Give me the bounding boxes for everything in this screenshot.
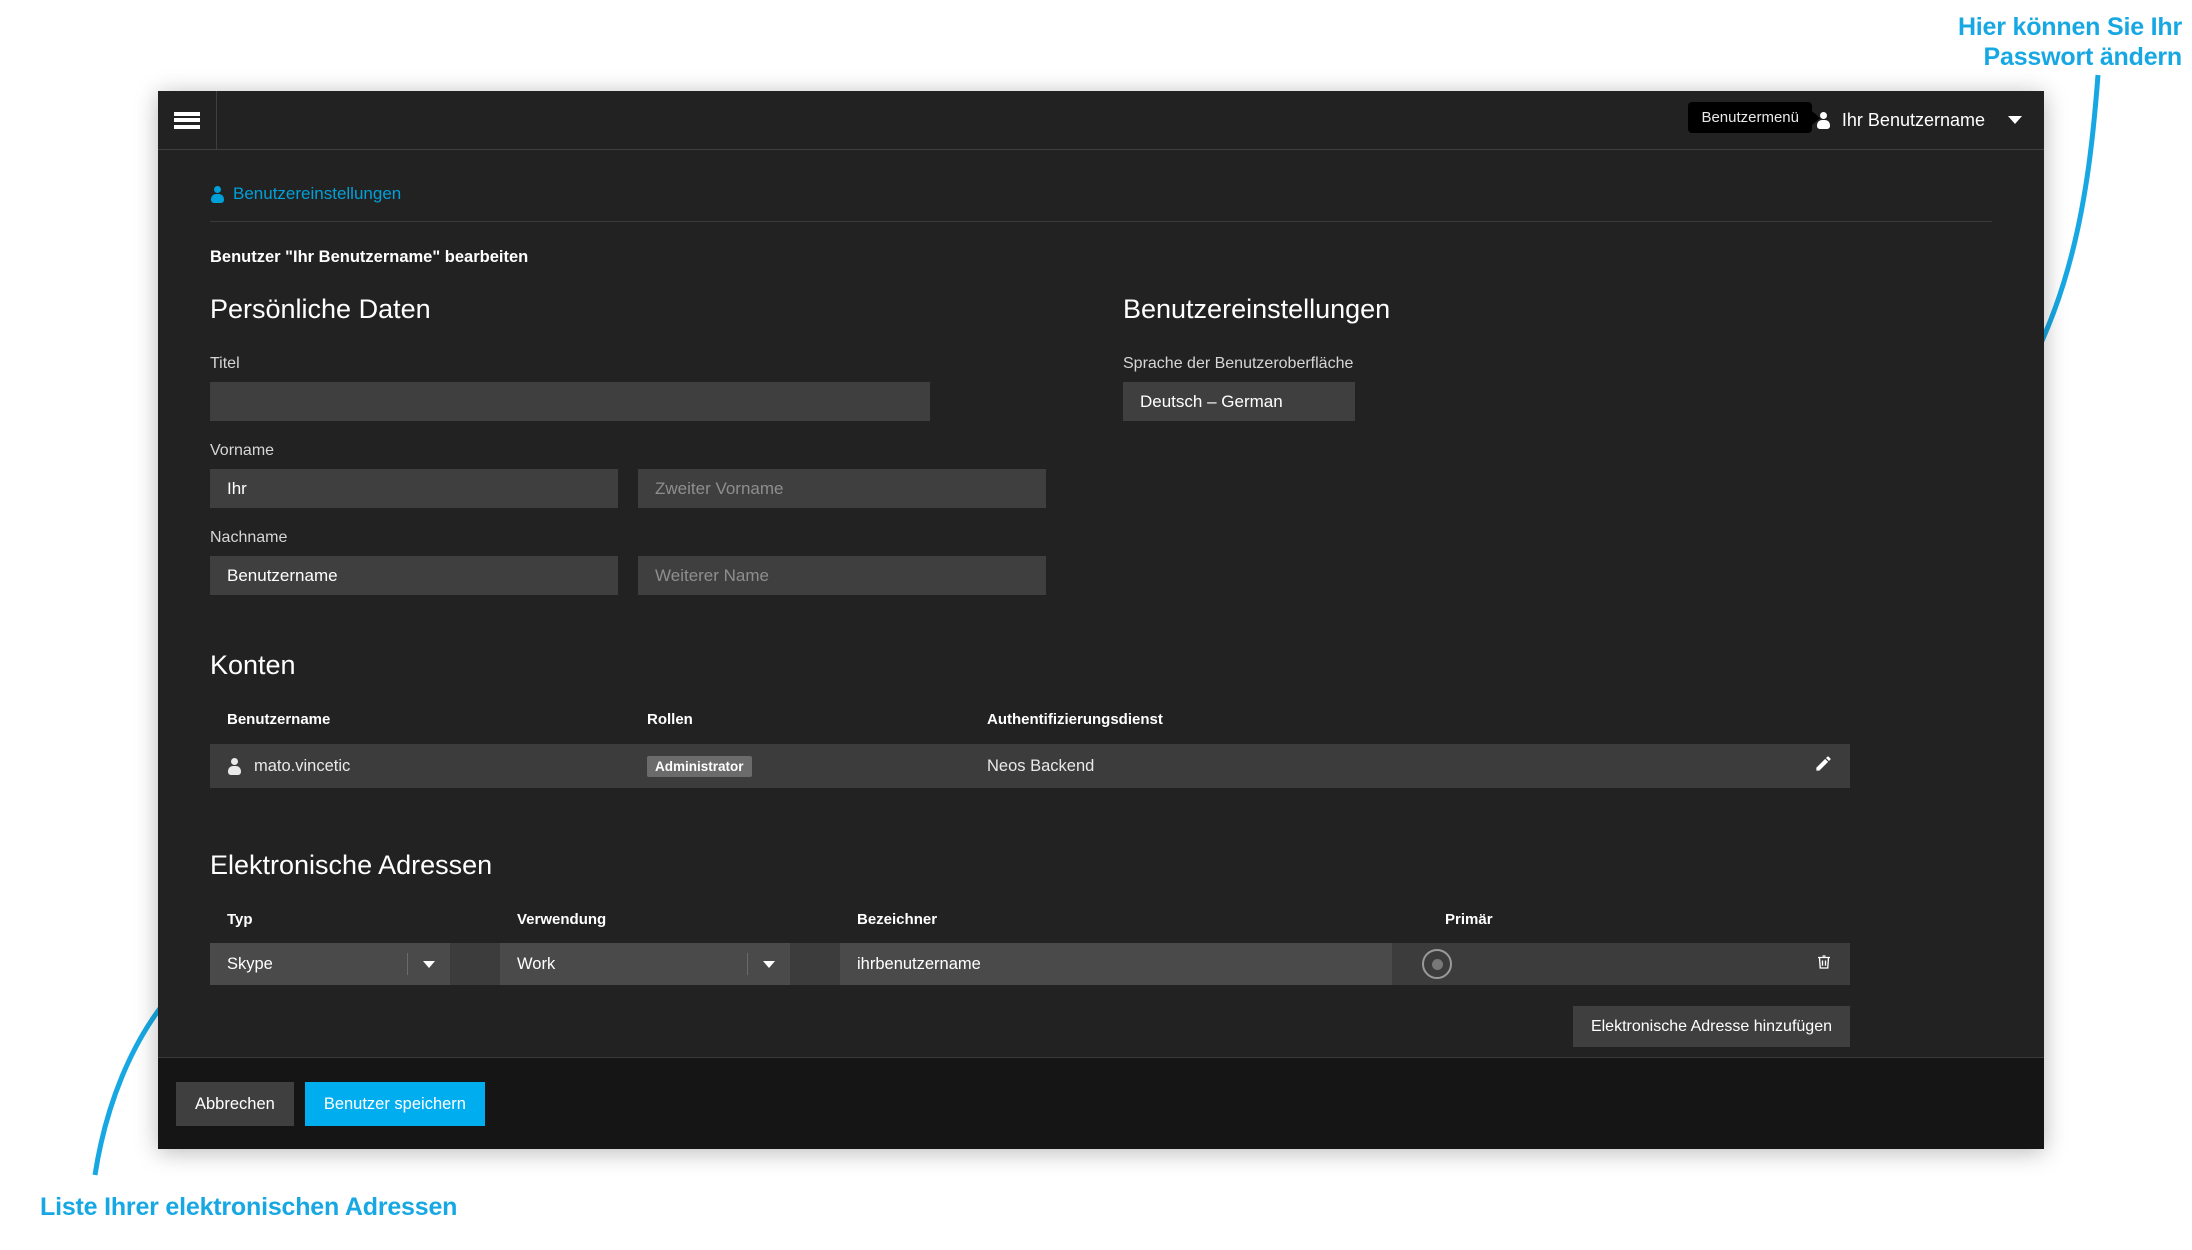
type-select[interactable]: Skype — [210, 943, 450, 985]
section-title-accounts: Konten — [210, 650, 296, 680]
firstname-input[interactable] — [210, 469, 618, 508]
field-group-firstname: Vorname — [210, 442, 1090, 508]
usage-select[interactable]: Work — [500, 943, 790, 985]
col-header-primary: Primär — [1445, 911, 1493, 928]
identifier-input[interactable] — [840, 943, 1392, 985]
breadcrumb: Benutzereinstellungen — [210, 184, 1992, 222]
hamburger-icon[interactable] — [158, 91, 217, 149]
col-header-identifier: Bezeichner — [857, 911, 938, 928]
primary-radio[interactable] — [1422, 949, 1452, 979]
status-badge: Administrator — [647, 755, 752, 777]
cell-identifier — [840, 943, 1400, 985]
col-header-username: Benutzername — [227, 711, 331, 728]
annotation-change-password-line1: Hier können Sie Ihr — [1957, 13, 2182, 41]
section-title-settings: Benutzereinstellungen — [1123, 294, 1391, 324]
cell-usage: Work — [500, 943, 840, 985]
othername-input[interactable] — [638, 556, 1046, 595]
user-menu-tooltip: Benutzermenü — [1688, 102, 1820, 133]
eaddresses-actions: Elektronische Adresse hinzufügen — [210, 1006, 1850, 1047]
cell-primary — [1400, 943, 1710, 985]
cancel-button[interactable]: Abbrechen — [176, 1081, 294, 1126]
col-header-roles: Rollen — [647, 711, 693, 728]
label-nachname: Nachname — [210, 529, 288, 546]
account-username: mato.vincetic — [254, 756, 351, 775]
page-title: Benutzer "Ihr Benutzername" bearbeiten — [210, 248, 529, 266]
eaddresses-table-header: Typ Verwendung Bezeichner Primär — [210, 911, 1850, 943]
lastname-input[interactable] — [210, 556, 618, 595]
table-row: mato.vincetic Administrator Neos Backend — [210, 744, 1850, 788]
accounts-table-header: Benutzername Rollen Authentifizierungsdi… — [210, 711, 1850, 744]
user-settings-column: Benutzereinstellungen Sprache der Benutz… — [1090, 267, 1992, 616]
primary-radio-dot — [1431, 958, 1443, 970]
col-header-type: Typ — [227, 911, 253, 928]
person-icon — [210, 185, 225, 203]
cell-ea-actions — [1710, 943, 1850, 985]
main-content: Benutzereinstellungen Benutzer "Ihr Benu… — [158, 150, 2044, 1058]
accounts-section: Konten Benutzername Rollen Authentifizie… — [210, 650, 1992, 788]
type-select-value: Skype — [227, 954, 273, 973]
section-title-eaddresses: Elektronische Adressen — [210, 850, 493, 880]
save-button[interactable]: Benutzer speichern — [304, 1081, 485, 1126]
field-group-title: Titel — [210, 355, 1090, 421]
label-language: Sprache der Benutzeroberfläche — [1123, 355, 1354, 372]
section-title-personal: Persönliche Daten — [210, 294, 431, 324]
col-header-auth-service: Authentifizierungsdienst — [987, 711, 1163, 728]
add-electronic-address-button[interactable]: Elektronische Adresse hinzufügen — [1572, 1006, 1850, 1047]
hamburger-bar — [174, 124, 200, 129]
app-window: Ihr Benutzername Benutzermenü Benutzerei… — [158, 91, 2044, 1149]
top-bar: Ihr Benutzername Benutzermenü — [158, 91, 2044, 150]
middlename-input[interactable] — [638, 469, 1046, 508]
accounts-table: Benutzername Rollen Authentifizierungsdi… — [210, 711, 1850, 788]
cell-username: mato.vincetic — [210, 744, 630, 788]
cell-roles: Administrator — [630, 744, 970, 788]
field-group-lastname: Nachname — [210, 529, 1090, 595]
hamburger-bar — [174, 118, 200, 122]
cell-type: Skype — [210, 943, 500, 985]
language-select[interactable]: Deutsch – German — [1123, 382, 1355, 421]
chevron-down-icon — [408, 960, 450, 968]
row-firstname — [210, 469, 1090, 508]
trash-icon[interactable] — [1815, 952, 1833, 972]
eaddresses-table: Typ Verwendung Bezeichner Primär Skype W… — [210, 911, 1850, 985]
col-header-actions — [1710, 711, 1850, 744]
col-header-usage: Verwendung — [517, 911, 607, 928]
label-title: Titel — [210, 355, 240, 372]
breadcrumb-item-user-settings[interactable]: Benutzereinstellungen — [233, 184, 401, 204]
chevron-down-icon — [2008, 116, 2022, 124]
user-menu-label: Ihr Benutzername — [1841, 109, 1985, 130]
user-menu-button[interactable]: Ihr Benutzername — [1800, 91, 2044, 149]
usage-select-value: Work — [517, 954, 556, 973]
field-group-language: Sprache der Benutzeroberfläche Deutsch –… — [1123, 355, 1992, 421]
cell-auth-service: Neos Backend — [970, 744, 1710, 788]
chevron-down-icon — [748, 960, 790, 968]
list-item: Skype Work — [210, 943, 1850, 985]
title-input[interactable] — [210, 382, 930, 421]
annotation-change-password: Hier können Sie Ihr Passwort ändern — [1582, 12, 2182, 72]
label-vorname: Vorname — [210, 442, 275, 459]
electronic-addresses-section: Elektronische Adressen Typ Verwendung Be… — [210, 850, 1992, 1047]
personal-data-column: Persönliche Daten Titel Vorname Nachname — [210, 267, 1090, 616]
annotation-change-password-line2: Passwort ändern — [1983, 43, 2183, 71]
form-footer: Abbrechen Benutzer speichern — [158, 1057, 2044, 1149]
cell-actions — [1710, 744, 1850, 788]
pencil-icon[interactable] — [1814, 754, 1833, 773]
col-header-ea-actions — [1710, 911, 1850, 943]
hamburger-bar — [174, 111, 200, 116]
annotation-address-list: Liste Ihrer elektronischen Adressen — [40, 1193, 458, 1221]
person-icon — [227, 757, 242, 775]
row-lastname — [210, 556, 1090, 595]
form-columns: Persönliche Daten Titel Vorname Nachname — [210, 267, 1992, 616]
